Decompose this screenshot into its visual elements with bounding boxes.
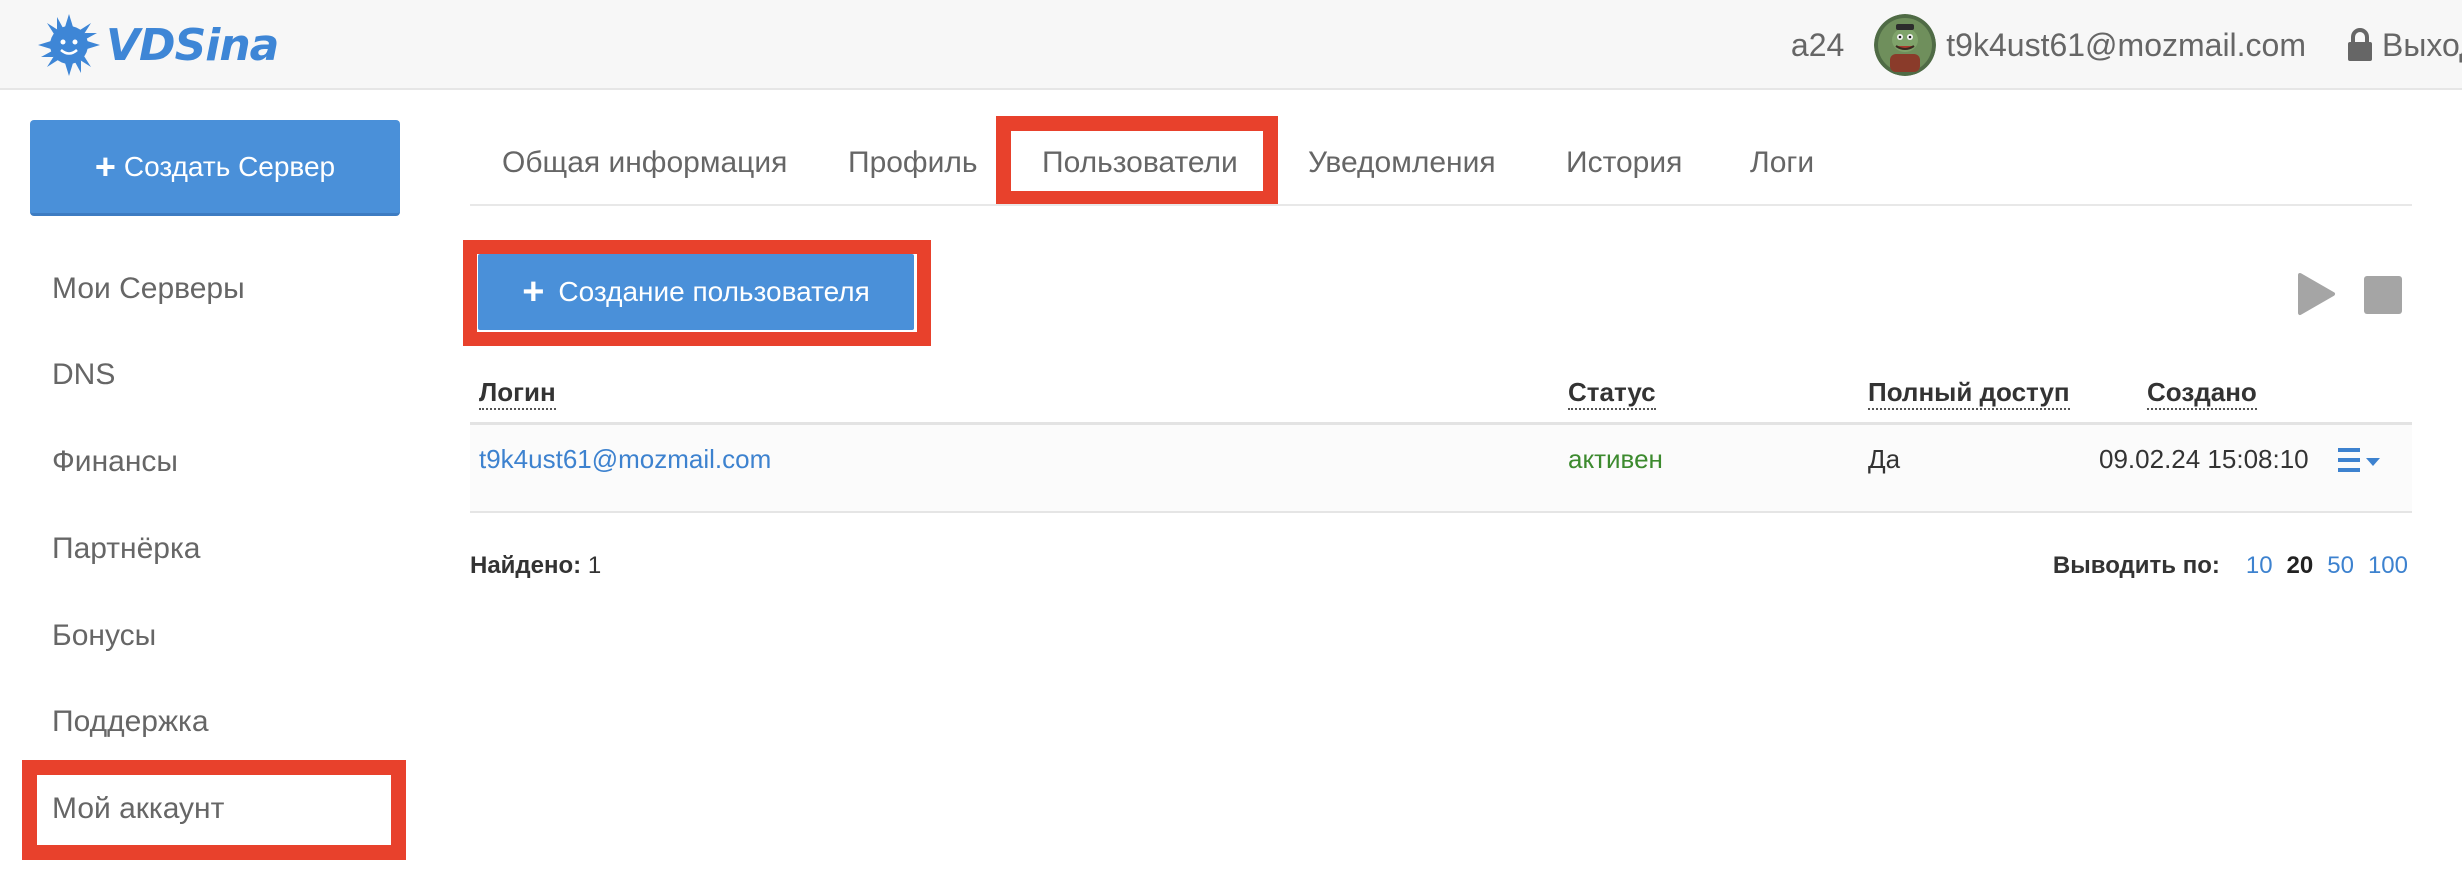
logout-link[interactable]: Выход: [2346, 27, 2462, 64]
user-email[interactable]: t9k4ust61@mozmail.com: [1946, 27, 2306, 64]
row-status: активен: [1568, 444, 1663, 474]
logout-label: Выход: [2382, 26, 2462, 63]
create-server-label: Создать Сервер: [123, 150, 336, 182]
per-page-selector: Выводить по: 10 20 50 100: [2053, 552, 2408, 580]
row-created: 09.02.24 15:08:10: [2099, 444, 2309, 474]
row-actions-menu-icon[interactable]: [2336, 446, 2396, 476]
column-header-login[interactable]: Логин: [479, 376, 556, 410]
tab-general-info[interactable]: Общая информация: [502, 130, 787, 206]
top-header: VDSina a24 t9k4ust61@mozmail.com Выхо: [0, 0, 2462, 90]
account-id[interactable]: a24: [1791, 27, 1844, 64]
sun-logo-icon: [38, 14, 100, 76]
column-header-created[interactable]: Создано: [2147, 376, 2257, 410]
sidebar-item-dns[interactable]: DNS: [52, 345, 115, 405]
sidebar-item-finances[interactable]: Финансы: [52, 432, 178, 492]
column-header-status[interactable]: Статус: [1568, 376, 1656, 410]
sidebar-item-bonuses[interactable]: Бонусы: [52, 606, 156, 666]
create-user-button[interactable]: + Создание пользователя: [478, 254, 914, 330]
plus-icon: +: [522, 270, 545, 313]
sidebar-item-my-account[interactable]: Мой аккаунт: [52, 779, 224, 839]
per-page-label: Выводить по:: [2052, 552, 2220, 579]
tab-profile[interactable]: Профиль: [848, 130, 978, 206]
logo-text: VDSina: [106, 19, 279, 71]
found-count: 1: [587, 552, 602, 579]
sidebar-item-my-servers[interactable]: Мои Серверы: [52, 259, 245, 319]
lock-icon: [2348, 28, 2372, 61]
avatar-image-icon: [1874, 14, 1937, 76]
tab-users[interactable]: Пользователи: [1042, 130, 1238, 206]
column-header-full-access[interactable]: Полный доступ: [1868, 376, 2070, 410]
plus-icon: +: [94, 145, 116, 187]
per-page-50[interactable]: 50: [2327, 552, 2354, 580]
avatar[interactable]: [1874, 14, 1937, 76]
tab-notifications[interactable]: Уведомления: [1308, 130, 1496, 206]
account-tabs: Общая информация Профиль Пользователи Ув…: [470, 130, 2412, 206]
sidebar-item-support[interactable]: Поддержка: [52, 692, 209, 752]
vdsina-logo[interactable]: VDSina: [38, 10, 279, 80]
tab-history[interactable]: История: [1566, 130, 1682, 206]
row-full-access: Да: [1868, 444, 1901, 474]
create-user-label: Создание пользователя: [558, 276, 870, 307]
per-page-100[interactable]: 100: [2368, 552, 2408, 580]
stop-icon[interactable]: [2364, 276, 2402, 314]
header-user-area: a24 t9k4ust61@mozmail.com Выход: [1791, 0, 2462, 90]
tab-logs[interactable]: Логи: [1750, 130, 1814, 206]
play-icon[interactable]: [2296, 272, 2336, 316]
create-server-button[interactable]: + Создать Сервер: [30, 120, 400, 216]
results-count: Найдено: 1: [470, 552, 601, 580]
sidebar-item-partner[interactable]: Партнёрка: [52, 519, 200, 579]
per-page-20[interactable]: 20: [2287, 552, 2314, 580]
found-label: Найдено:: [470, 552, 582, 579]
per-page-10[interactable]: 10: [2246, 552, 2273, 580]
row-login-link[interactable]: t9k4ust61@mozmail.com: [479, 442, 771, 476]
